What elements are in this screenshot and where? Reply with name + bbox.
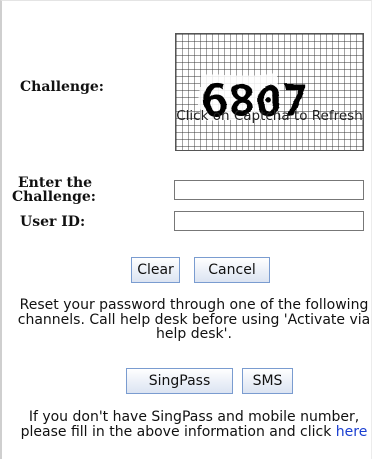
reset-instructions: Reset your password through one of the f… xyxy=(17,297,371,342)
challenge-input[interactable] xyxy=(174,180,364,200)
cancel-button[interactable]: Cancel xyxy=(194,257,270,283)
challenge-label: Challenge: xyxy=(20,79,104,95)
sms-button[interactable]: SMS xyxy=(242,368,293,394)
singpass-button[interactable]: SingPass xyxy=(126,368,233,394)
clear-button[interactable]: Clear xyxy=(131,257,180,283)
captcha-refresh-note: Click on Captcha to Refresh xyxy=(176,108,363,124)
user-id-label: User ID: xyxy=(20,214,86,230)
footer-note: If you don't have SingPass and mobile nu… xyxy=(12,410,374,439)
footer-text: If you don't have SingPass and mobile nu… xyxy=(20,409,360,440)
captcha-graphic: 6807 xyxy=(176,34,363,150)
enter-challenge-label-line2: Challenge: xyxy=(12,189,96,205)
enter-challenge-label-line1: Enter the xyxy=(18,175,93,191)
captcha-image[interactable]: 6807 xyxy=(175,33,364,151)
form-panel: Challenge: 6807 Click on Captcha to Refr… xyxy=(0,0,372,459)
here-link[interactable]: here xyxy=(336,424,368,440)
user-id-input[interactable] xyxy=(174,211,364,231)
